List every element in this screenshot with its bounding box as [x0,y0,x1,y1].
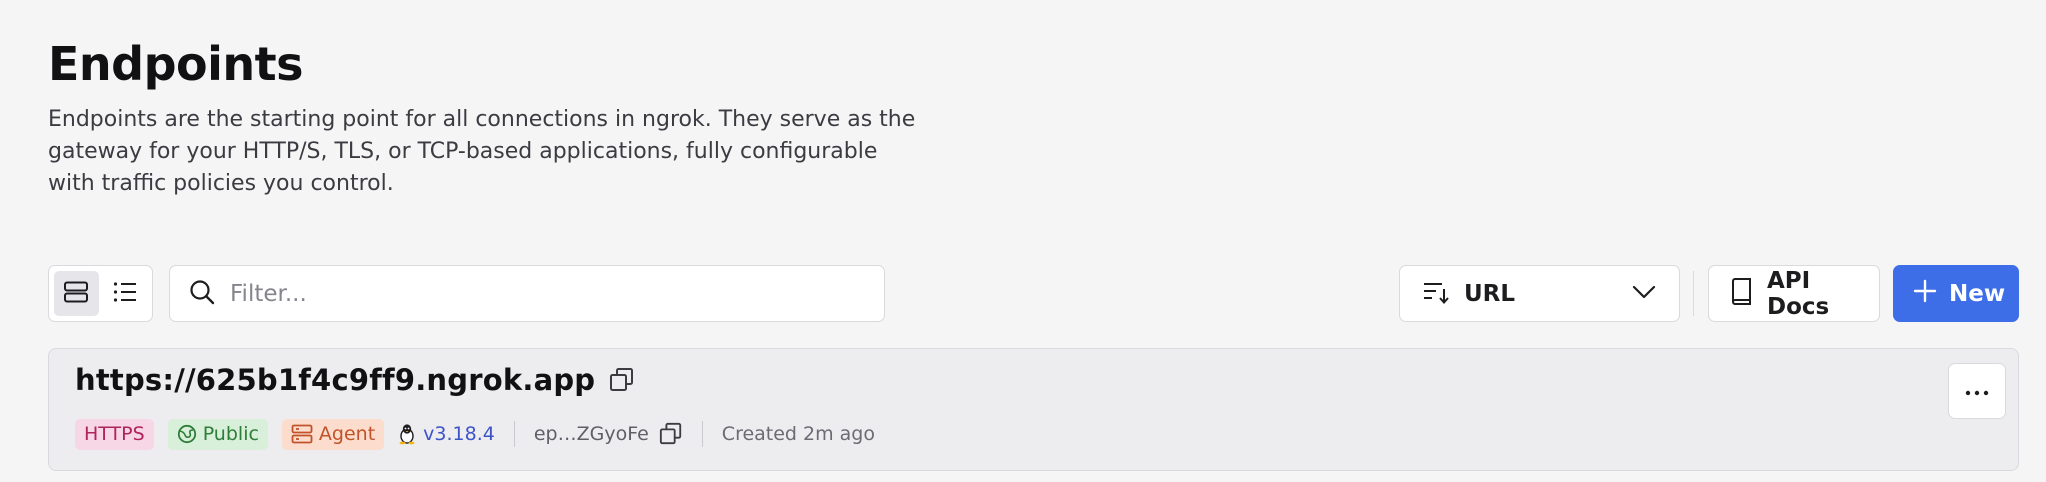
api-docs-label: API Docs [1767,267,1830,320]
protocol-badge: HTTPS [75,418,154,450]
agent-version-label: v3.18.4 [423,423,495,445]
more-actions-button[interactable] [1948,363,2006,419]
meta-divider [513,421,515,447]
endpoints-page: Endpoints Endpoints are the starting poi… [0,0,2046,482]
api-docs-button[interactable]: API Docs [1708,265,1880,322]
endpoint-id-label: ep…ZGyoFe [533,423,649,445]
linux-icon [399,424,415,445]
visibility-badge: Public [167,418,268,450]
rows-icon [63,280,89,308]
sort-value: URL [1464,280,1516,307]
server-icon [291,424,313,444]
created-time: Created 2m ago [721,423,875,445]
ellipsis-icon [1965,382,1989,401]
sort-icon [1422,279,1450,309]
new-label: New [1949,280,2006,307]
filter-input[interactable] [230,280,830,307]
plus-icon [1913,279,1937,309]
copy-url-icon[interactable] [609,367,635,393]
endpoint-meta: HTTPS Public Agent v3.18.4 ep…ZGyoFe Cre… [75,418,875,450]
agent-version-link[interactable]: v3.18.4 [398,423,495,445]
page-title: Endpoints [48,37,304,91]
endpoint-id: ep…ZGyoFe [534,422,683,446]
endpoint-url-row: https://625b1f4c9ff9.ngrok.app [75,363,635,397]
view-mode-toggle [48,265,153,322]
page-description: Endpoints are the starting point for all… [48,107,916,196]
search-icon [188,278,216,310]
endpoint-url[interactable]: https://625b1f4c9ff9.ngrok.app [75,363,595,397]
meta-divider [701,421,703,447]
book-icon [1729,277,1753,311]
toolbar-divider [1693,271,1694,316]
new-endpoint-button[interactable]: New [1893,265,2019,322]
type-label: Agent [318,423,376,445]
globe-icon [177,424,196,444]
endpoint-card[interactable]: https://625b1f4c9ff9.ngrok.app HTTPS Pub… [48,348,2019,471]
chevron-down-icon [1631,284,1657,304]
type-badge: Agent [281,418,385,450]
visibility-label: Public [202,423,259,445]
copy-id-icon[interactable] [659,422,683,446]
card-view-button[interactable] [54,271,99,316]
list-icon [112,280,138,308]
filter-field[interactable] [169,265,885,322]
list-view-button[interactable] [103,271,148,316]
sort-select[interactable]: URL [1399,265,1680,322]
